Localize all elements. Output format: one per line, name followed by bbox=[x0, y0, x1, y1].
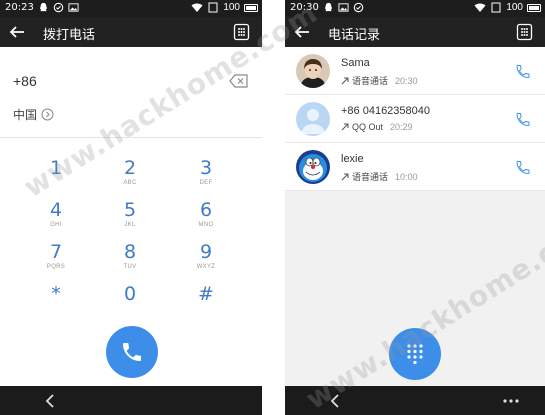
call-button[interactable] bbox=[106, 326, 158, 378]
key-star[interactable]: * bbox=[31, 284, 81, 318]
status-bar: 20:30 100 bbox=[285, 0, 545, 17]
qq-icon bbox=[40, 2, 47, 12]
image-icon bbox=[338, 3, 349, 12]
phone-icon bbox=[123, 343, 141, 361]
key-digit: 3 bbox=[199, 157, 213, 179]
status-time: 20:23 bbox=[5, 2, 34, 13]
page-title: 拨打电话 bbox=[43, 27, 96, 42]
outgoing-arrow-icon bbox=[341, 173, 349, 180]
dialpad-menu-icon[interactable] bbox=[516, 23, 533, 41]
outgoing-arrow-icon bbox=[341, 123, 349, 131]
action-bar: 电话记录 bbox=[285, 17, 545, 47]
avatar bbox=[296, 102, 330, 136]
sim-icon bbox=[208, 2, 218, 13]
key-digit: 5 bbox=[123, 199, 137, 221]
battery-icon bbox=[527, 3, 541, 12]
key-letters: JKL bbox=[124, 222, 136, 228]
key-4[interactable]: 4 GHI bbox=[31, 200, 81, 234]
contact-name: +86 04162358040 bbox=[341, 105, 431, 117]
key-2[interactable]: 2 ABC bbox=[105, 158, 155, 192]
list-item[interactable]: Sama 语音通话 20:30 bbox=[285, 47, 545, 95]
sim-icon bbox=[491, 2, 501, 13]
key-3[interactable]: 3 DEF bbox=[181, 158, 231, 192]
key-letters: GHI bbox=[50, 222, 62, 228]
phone-icon[interactable] bbox=[515, 63, 531, 80]
outgoing-arrow-icon bbox=[341, 77, 349, 84]
qq-icon bbox=[325, 2, 332, 12]
chevron-right-icon bbox=[41, 108, 54, 121]
status-right: 100 bbox=[191, 2, 258, 13]
navigation-bar bbox=[0, 386, 262, 415]
key-digit: 8 bbox=[123, 241, 137, 263]
back-arrow-icon[interactable] bbox=[8, 23, 26, 41]
nav-back-icon[interactable] bbox=[44, 394, 57, 408]
key-6[interactable]: 6 MNO bbox=[181, 200, 231, 234]
page-title: 电话记录 bbox=[328, 27, 381, 42]
action-bar: 拨打电话 bbox=[0, 17, 262, 47]
wifi-icon bbox=[474, 3, 486, 12]
status-right: 100 bbox=[474, 2, 541, 13]
key-digit: 9 bbox=[199, 241, 213, 263]
key-hash[interactable]: # bbox=[181, 284, 231, 318]
call-time: 10:00 bbox=[395, 171, 418, 182]
key-digit: # bbox=[198, 283, 214, 305]
number-input[interactable]: +86 bbox=[13, 73, 37, 89]
list-item[interactable]: lexie 语音通话 10:00 bbox=[285, 143, 545, 191]
avatar bbox=[296, 54, 330, 88]
screenshot-stage: 20:23 100 拨打电话 +86 中国 1 2 ABC 3 DEF 4 GH… bbox=[0, 0, 545, 415]
list-item[interactable]: +86 04162358040 QQ Out 20:29 bbox=[285, 95, 545, 143]
key-9[interactable]: 9 WXYZ bbox=[181, 242, 231, 276]
check-circle-icon bbox=[353, 2, 364, 13]
call-time: 20:30 bbox=[395, 75, 418, 86]
image-icon bbox=[68, 3, 79, 12]
key-letters: MNO bbox=[198, 222, 214, 228]
phone-icon[interactable] bbox=[515, 159, 531, 176]
call-type: 语音通话 bbox=[352, 76, 389, 86]
key-digit: * bbox=[51, 283, 61, 305]
key-7[interactable]: 7 PQRS bbox=[31, 242, 81, 276]
key-8[interactable]: 8 TUV bbox=[105, 242, 155, 276]
country-selector[interactable]: 中国 bbox=[13, 106, 54, 123]
contact-name: lexie bbox=[341, 153, 364, 165]
call-type: QQ Out bbox=[352, 122, 384, 132]
battery-level: 100 bbox=[506, 2, 523, 13]
call-log-list: Sama 语音通话 20:30 +86 04162358040 QQ Out 2… bbox=[285, 47, 545, 191]
wifi-icon bbox=[191, 3, 203, 12]
key-letters: WXYZ bbox=[196, 264, 216, 270]
more-icon[interactable] bbox=[503, 398, 519, 404]
status-icons bbox=[38, 2, 79, 13]
key-digit: 4 bbox=[49, 199, 63, 221]
key-letters: ABC bbox=[123, 180, 137, 186]
key-letters: DEF bbox=[199, 180, 213, 186]
key-digit: 6 bbox=[199, 199, 213, 221]
key-letters: TUV bbox=[123, 264, 137, 270]
key-letters: PQRS bbox=[46, 264, 66, 270]
call-details: 语音通话 10:00 bbox=[341, 170, 418, 183]
phone-icon[interactable] bbox=[515, 111, 531, 128]
status-icons bbox=[323, 2, 364, 13]
avatar bbox=[296, 150, 330, 184]
status-bar: 20:23 100 bbox=[0, 0, 262, 17]
call-details: 语音通话 20:30 bbox=[341, 74, 418, 87]
battery-icon bbox=[244, 3, 258, 12]
check-circle-icon bbox=[53, 2, 64, 13]
country-label: 中国 bbox=[13, 108, 38, 122]
call-type: 语音通话 bbox=[352, 172, 389, 182]
key-digit: 7 bbox=[49, 241, 63, 263]
battery-level: 100 bbox=[223, 2, 240, 13]
call-time: 20:29 bbox=[390, 122, 413, 132]
contact-name: Sama bbox=[341, 57, 370, 69]
key-digit: 0 bbox=[123, 283, 137, 305]
key-5[interactable]: 5 JKL bbox=[105, 200, 155, 234]
key-digit: 2 bbox=[123, 157, 137, 179]
key-0[interactable]: 0 bbox=[105, 284, 155, 318]
call-details: QQ Out 20:29 bbox=[341, 122, 413, 132]
